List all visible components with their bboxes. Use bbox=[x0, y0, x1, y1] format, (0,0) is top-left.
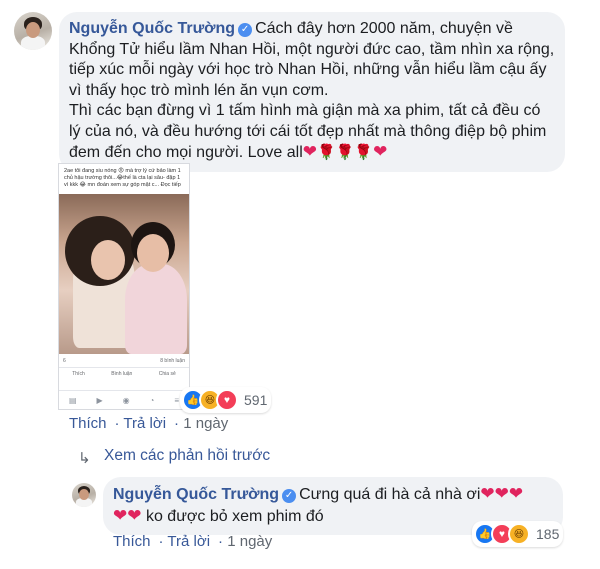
rose-icon: 🌹 bbox=[335, 144, 355, 161]
attached-image[interactable]: 2ae tôi đang siu nóng 😡 mà trợ lý cứ bảo… bbox=[58, 163, 190, 410]
reply-reaction-summary[interactable]: 👍 ♥ 😆 185 bbox=[472, 521, 564, 547]
reply-time[interactable]: 1 ngày bbox=[227, 533, 272, 550]
menu-icon: ≡ bbox=[174, 395, 179, 405]
comment-author[interactable]: Nguyễn Quốc Trường bbox=[69, 20, 235, 37]
home-icon: ▤ bbox=[68, 395, 77, 405]
haha-reaction-icon: 😆 bbox=[508, 523, 530, 545]
verified-icon: ✓ bbox=[238, 23, 253, 37]
reply-arrow-icon: ↳ bbox=[78, 450, 91, 467]
video-icon: ▶ bbox=[96, 395, 103, 405]
heart-icon: ❤ bbox=[373, 142, 388, 161]
reply-text: Cưng quá đi hà cả nhà ơi bbox=[299, 486, 481, 503]
heart-icon: ❤ bbox=[113, 505, 128, 525]
rose-icon: 🌹 bbox=[354, 144, 374, 161]
reply-like-button[interactable]: Thích bbox=[113, 533, 151, 550]
reaction-summary[interactable]: 👍 😆 ♥ 591 bbox=[180, 387, 272, 413]
couple-photo bbox=[59, 194, 189, 354]
like-button[interactable]: Thích bbox=[69, 415, 107, 432]
embedded-reactions: 6 bbox=[63, 358, 66, 364]
heart-icon: ❤ bbox=[508, 484, 524, 503]
person-man-face bbox=[137, 234, 169, 272]
comment-bubble: Nguyễn Quốc Trường ✓ Cách đây hơn 2000 năm… bbox=[59, 12, 565, 172]
reply-reply-button[interactable]: Trả lời bbox=[167, 533, 210, 550]
reply-reaction-count: 185 bbox=[536, 526, 560, 542]
verified-icon: ✓ bbox=[282, 489, 297, 503]
love-reaction-icon: ♥ bbox=[216, 389, 238, 411]
embedded-like: Thích bbox=[72, 371, 85, 377]
person-woman-face bbox=[91, 240, 125, 280]
reply-actions: Thích · Trả lời · 1 ngày bbox=[113, 533, 273, 550]
person-man-body bbox=[125, 264, 187, 354]
view-previous-replies[interactable]: Xem các phản hồi trước bbox=[104, 447, 270, 465]
comment-time[interactable]: 1 ngày bbox=[183, 415, 228, 432]
heart-icon: ❤ bbox=[494, 484, 509, 503]
heart-icon: ❤ bbox=[127, 505, 142, 525]
avatar[interactable] bbox=[14, 12, 52, 50]
reaction-count: 591 bbox=[244, 392, 268, 408]
reply-text-2: ko được bỏ xem phim đó bbox=[145, 507, 324, 525]
reply-avatar[interactable] bbox=[72, 483, 96, 507]
rose-icon: 🌹 bbox=[317, 144, 336, 161]
reply-button[interactable]: Trả lời bbox=[123, 415, 166, 432]
heart-icon: ❤ bbox=[480, 484, 495, 503]
embedded-comments-count: 8 bình luận bbox=[160, 358, 185, 364]
heart-icon: ❤ bbox=[302, 142, 318, 161]
comment-actions: Thích · Trả lời · 1 ngày bbox=[69, 415, 229, 432]
reply-author[interactable]: Nguyễn Quốc Trường bbox=[113, 486, 279, 503]
bell-icon: ◔ bbox=[149, 395, 155, 405]
embedded-meta: 6 8 bình luận Thích Bình luận Chia sẻ bbox=[59, 358, 189, 377]
profile-icon: ◉ bbox=[122, 395, 130, 405]
embedded-comment: Bình luận bbox=[111, 371, 133, 377]
embedded-share: Chia sẻ bbox=[158, 371, 176, 377]
embedded-nav-bar: ▤ ▶ ◉ ◔ ≡ bbox=[59, 390, 189, 409]
